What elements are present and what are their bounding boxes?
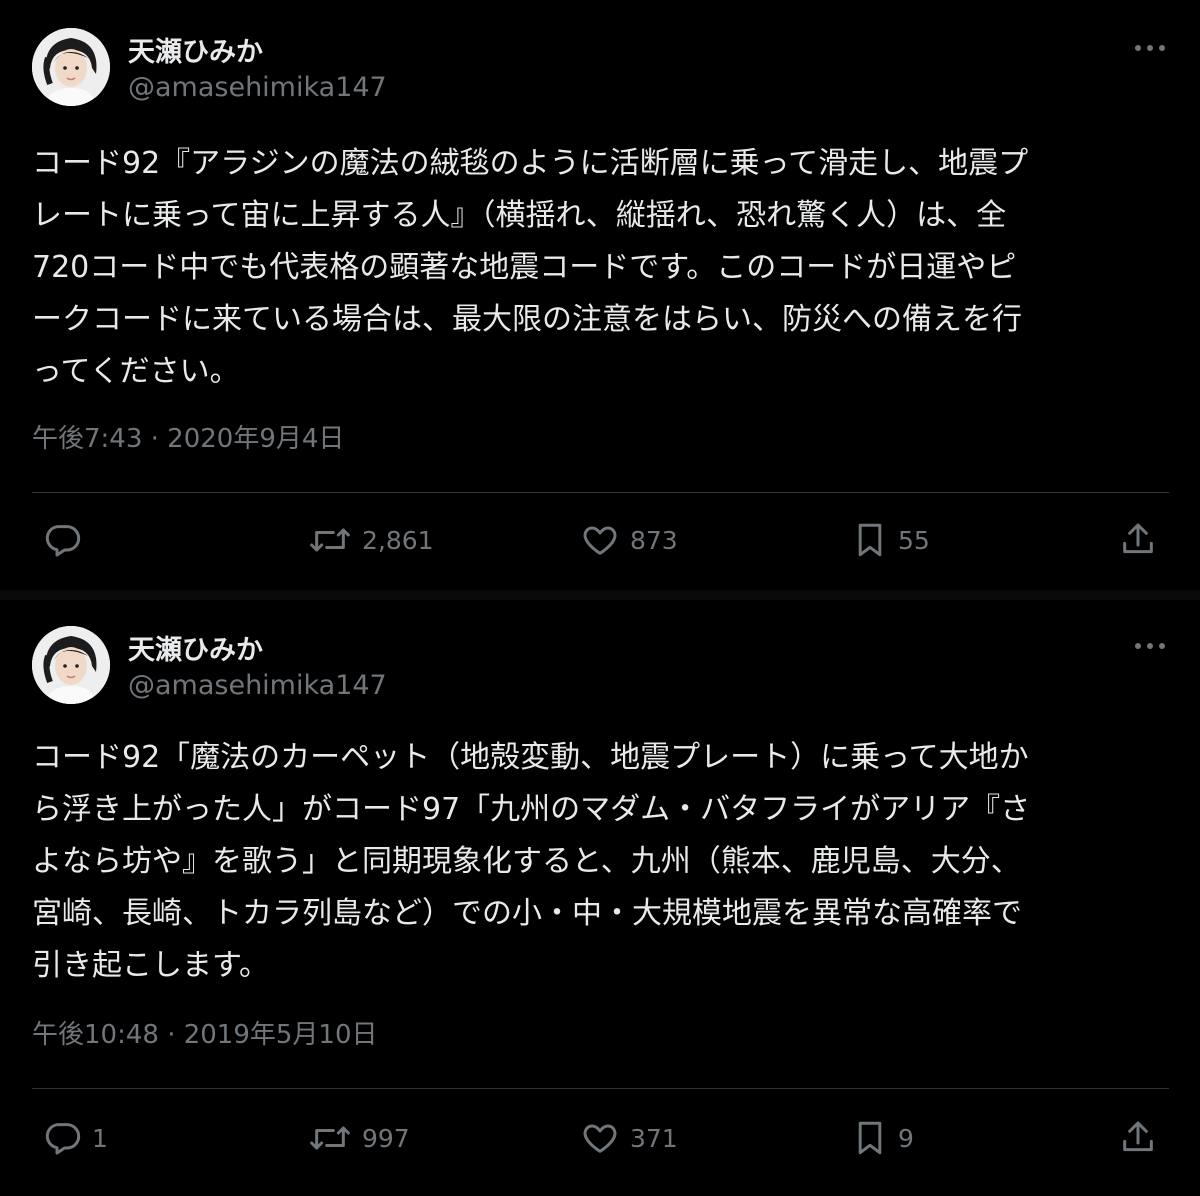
like-button[interactable]: 873 — [580, 520, 678, 560]
retweet-button[interactable]: 2,861 — [308, 520, 434, 560]
reply-icon — [42, 520, 82, 560]
share-button[interactable] — [1118, 520, 1158, 560]
bookmark-count: 9 — [898, 1123, 914, 1153]
bookmark-count: 55 — [898, 525, 930, 555]
reply-count: 1 — [92, 1123, 108, 1153]
like-count: 371 — [630, 1123, 678, 1153]
divider — [32, 1088, 1169, 1089]
reply-button[interactable]: 1 — [42, 1118, 108, 1158]
avatar[interactable] — [32, 626, 110, 704]
tweet-timestamp[interactable]: 午後7:43 · 2020年9月4日 — [32, 418, 344, 455]
more-icon[interactable] — [1130, 634, 1170, 658]
bookmark-icon — [852, 1118, 888, 1158]
share-button[interactable] — [1118, 1118, 1158, 1158]
like-icon — [580, 520, 620, 560]
retweet-count: 2,861 — [362, 525, 434, 555]
tweet-timestamp[interactable]: 午後10:48 · 2019年5月10日 — [32, 1014, 378, 1051]
author-handle[interactable]: @amasehimika147 — [128, 72, 387, 103]
like-icon — [580, 1118, 620, 1158]
bookmark-button[interactable]: 55 — [852, 520, 930, 560]
divider — [32, 492, 1169, 493]
author-handle[interactable]: @amasehimika147 — [128, 670, 387, 701]
reply-button[interactable] — [42, 520, 92, 560]
share-icon — [1118, 520, 1158, 560]
bookmark-button[interactable]: 9 — [852, 1118, 914, 1158]
author-name[interactable]: 天瀬ひみか — [128, 30, 263, 69]
avatar[interactable] — [32, 28, 110, 106]
tweet-text: コード92『アラジンの魔法の絨毯のように活断層に乗って滑走し、地震プ レートに乗… — [32, 146, 1029, 389]
tweet-text: コード92「魔法のカーペット（地殻変動、地震プレート）に乗って大地か ら浮き上が… — [32, 740, 1031, 983]
reply-icon — [42, 1118, 82, 1158]
retweet-icon — [308, 520, 352, 560]
more-icon[interactable] — [1130, 36, 1170, 60]
like-count: 873 — [630, 525, 678, 555]
retweet-button[interactable]: 997 — [308, 1118, 410, 1158]
tweet: 天瀬ひみか @amasehimika147 コード92『アラジンの魔法の絨毯のよ… — [0, 0, 1200, 598]
bookmark-icon — [852, 520, 888, 560]
author-name[interactable]: 天瀬ひみか — [128, 628, 263, 667]
retweet-count: 997 — [362, 1123, 410, 1153]
retweet-icon — [308, 1118, 352, 1158]
tweet: 天瀬ひみか @amasehimika147 コード92「魔法のカーペット（地殻変… — [0, 598, 1200, 1196]
share-icon — [1118, 1118, 1158, 1158]
like-button[interactable]: 371 — [580, 1118, 678, 1158]
